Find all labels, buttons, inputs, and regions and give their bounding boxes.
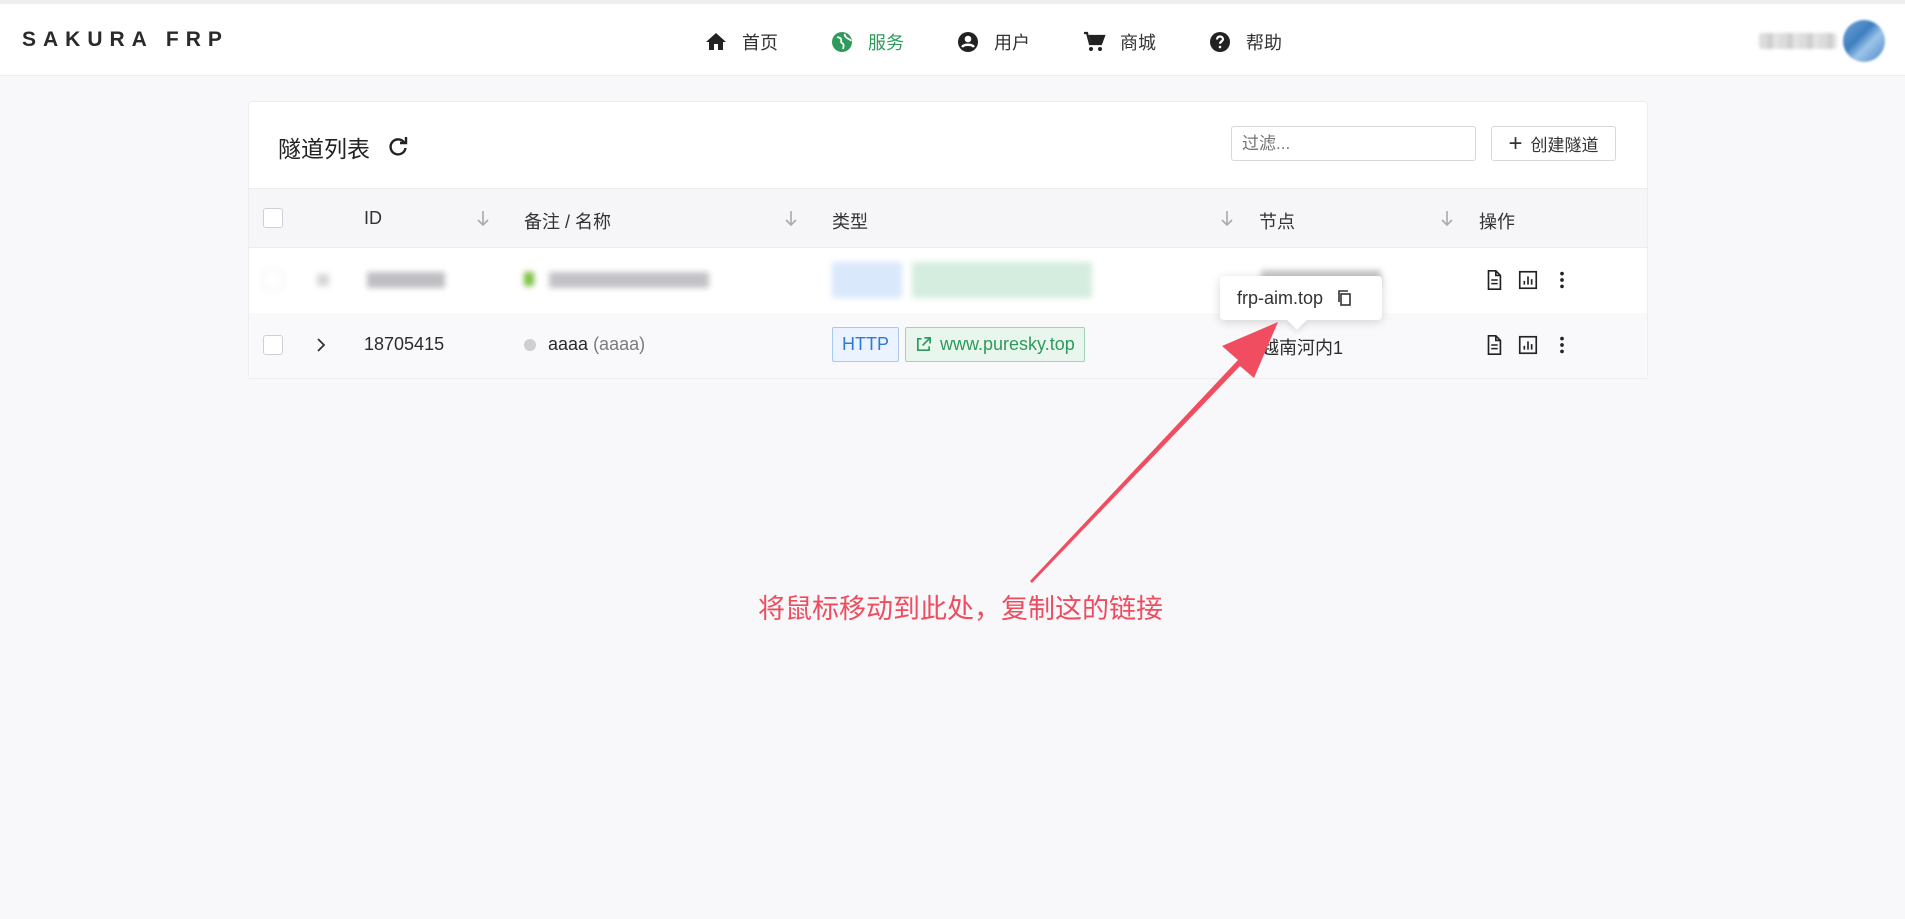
annotation-arrow — [1030, 322, 1278, 583]
annotation-text: 将鼠标移动到此处，复制这的链接 — [758, 594, 1163, 624]
